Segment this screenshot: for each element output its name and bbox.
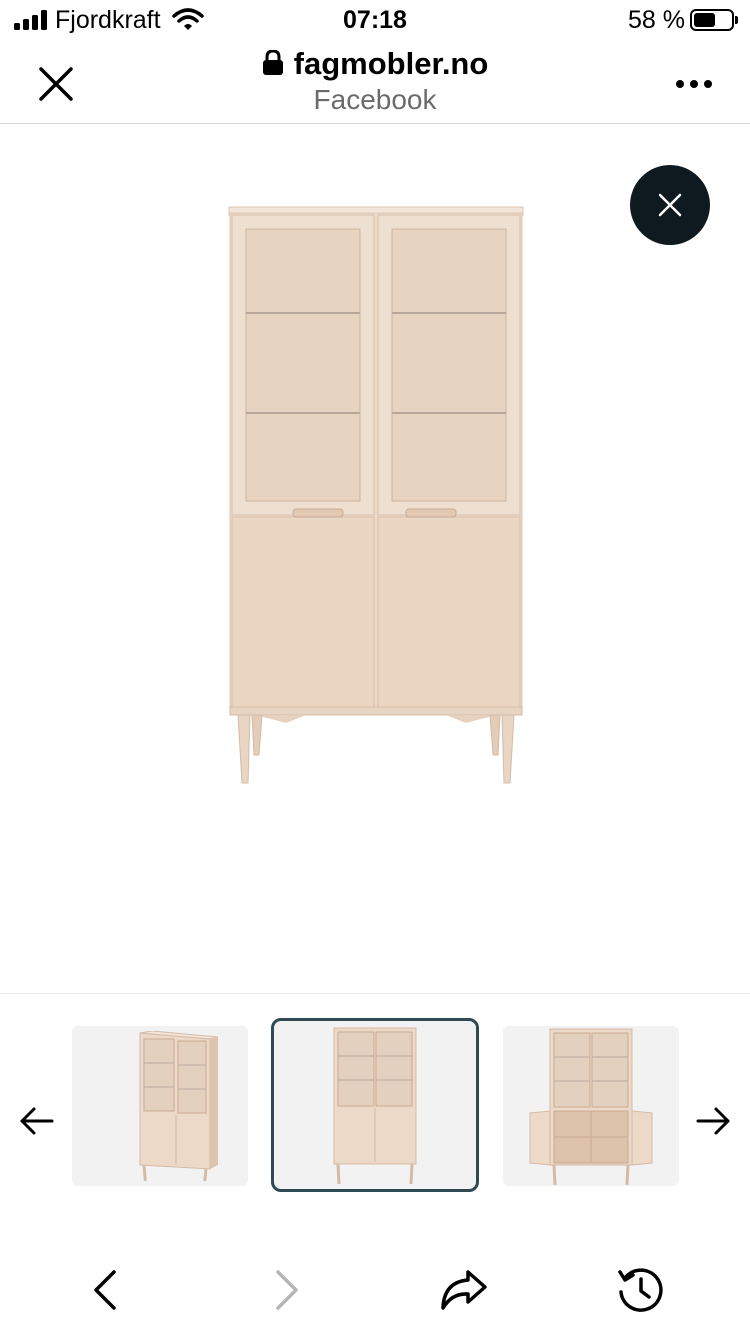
arrow-right-icon[interactable] xyxy=(696,1106,732,1136)
battery-fill xyxy=(694,13,715,27)
url-domain-row[interactable]: fagmobler.no xyxy=(0,46,750,82)
thumbnail-image xyxy=(529,1028,653,1185)
share-icon[interactable] xyxy=(440,1266,488,1314)
gallery-thumbnail[interactable] xyxy=(503,1026,679,1186)
more-icon[interactable] xyxy=(676,80,712,90)
gallery-divider xyxy=(0,993,750,994)
forward-icon[interactable] xyxy=(262,1266,310,1314)
battery-percent: 58 % xyxy=(628,6,685,34)
gallery-thumbnail[interactable] xyxy=(72,1026,248,1186)
close-icon xyxy=(658,193,682,217)
url-subtitle: Facebook xyxy=(313,84,437,115)
status-bar: Fjordkraft 07:18 58 % xyxy=(0,0,750,40)
lock-icon xyxy=(262,50,283,75)
url-domain: fagmobler.no xyxy=(293,46,489,81)
back-icon[interactable] xyxy=(82,1266,130,1314)
thumbnail-image xyxy=(333,1027,417,1184)
image-viewer xyxy=(0,125,750,993)
battery-icon xyxy=(690,9,738,31)
thumbnail-image xyxy=(139,1031,219,1181)
gallery-thumbnail-selected[interactable] xyxy=(271,1018,479,1192)
history-icon[interactable] xyxy=(617,1266,665,1314)
arrow-left-icon[interactable] xyxy=(18,1106,54,1136)
close-overlay-button[interactable] xyxy=(630,165,710,245)
product-image[interactable] xyxy=(226,205,526,785)
browser-header: fagmobler.no Facebook xyxy=(0,40,750,124)
